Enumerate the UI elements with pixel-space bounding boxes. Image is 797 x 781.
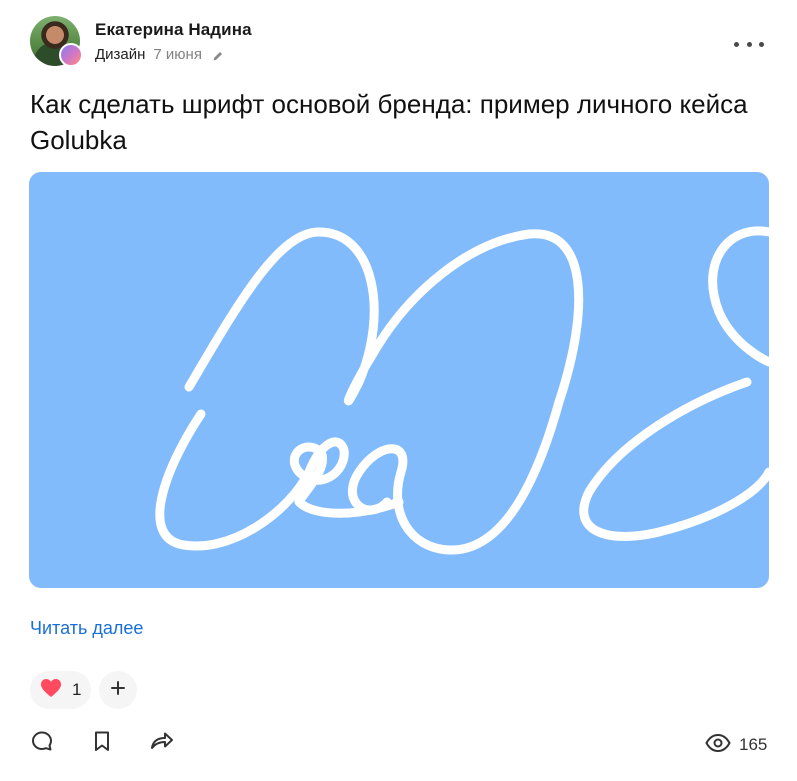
more-dot [746,41,752,47]
bookmark-icon [90,729,114,758]
bookmark-button[interactable] [90,731,114,755]
author-avatar[interactable] [30,16,86,72]
more-dot [759,41,764,47]
post-actions [30,731,174,755]
plus-icon [110,680,126,701]
avatar-badge [59,43,83,67]
post-title[interactable]: Как сделать шрифт основой бренда: пример… [30,86,760,158]
share-icon [149,729,175,758]
post-category[interactable]: Дизайн [95,46,145,63]
author-name[interactable]: Екатерина Надина [95,20,252,40]
like-count: 1 [72,680,82,699]
share-button[interactable] [150,731,174,755]
cover-lettering [155,226,769,555]
read-more-link[interactable]: Читать далее [30,618,143,639]
views-counter: 165 [705,731,767,759]
post-cover-image[interactable] [29,172,769,588]
post-date: 7 июня [153,46,202,63]
views-count: 165 [739,735,768,754]
like-reaction-button[interactable]: 1 [30,671,91,709]
heart-icon [40,678,62,703]
add-reaction-button[interactable] [99,671,137,709]
more-options-button[interactable] [734,34,764,54]
post-meta: Дизайн 7 июня [95,46,224,63]
post-card: Екатерина Надина Дизайн 7 июня Как сдела… [0,0,797,781]
comment-button[interactable] [30,731,54,755]
reactions-bar: 1 [30,671,137,709]
eye-icon [705,733,731,758]
more-horizontal-icon [734,41,739,47]
comment-icon [30,729,54,758]
pencil-icon [212,49,224,61]
